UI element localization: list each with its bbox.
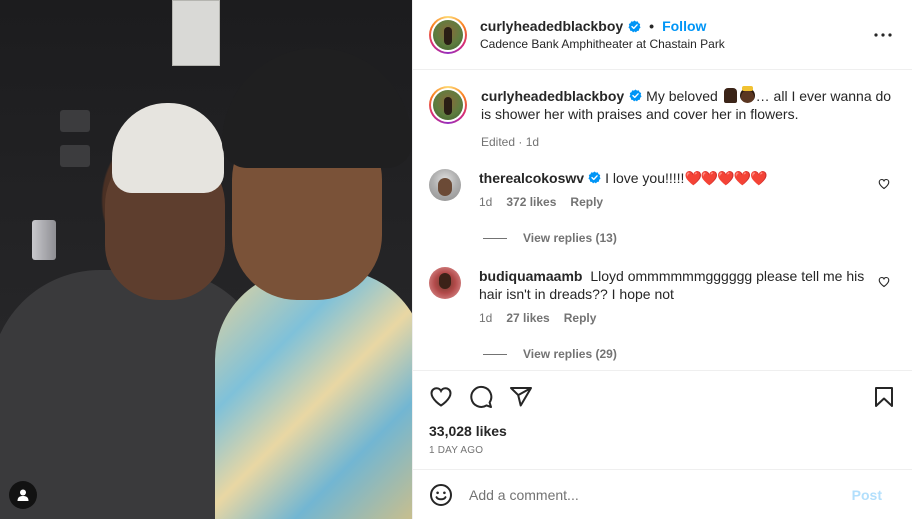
comment-likes[interactable]: 27 likes [506, 311, 549, 325]
post-photo[interactable] [0, 0, 412, 519]
reply-button[interactable]: Reply [570, 195, 603, 209]
person-right-beanie [222, 48, 412, 168]
post-modal: curlyheadedblackboy • Follow Cadence Ban… [0, 0, 912, 519]
verified-badge-icon [588, 171, 601, 184]
hearts-emoji-icon: ❤️❤️❤️❤️❤️ [684, 170, 767, 186]
follow-button[interactable]: Follow [662, 18, 706, 34]
pointing-hand-emoji-icon [723, 88, 737, 103]
heart-icon[interactable] [429, 385, 453, 409]
likes-count[interactable]: 33,028 likes [429, 423, 896, 439]
author-username[interactable]: curlyheadedblackboy [480, 18, 623, 34]
add-comment-bar: Post [413, 469, 912, 519]
post-panel: curlyheadedblackboy • Follow Cadence Ban… [412, 0, 912, 519]
verified-badge-icon [629, 89, 642, 102]
verified-badge-icon [628, 19, 641, 32]
wall-outlet [60, 145, 90, 167]
post-comment-button[interactable]: Post [852, 487, 882, 503]
post-date[interactable]: 1 DAY AGO [429, 445, 896, 456]
comment-heart-icon[interactable] [878, 177, 890, 193]
separator-dot: • [649, 18, 655, 34]
commenter-username[interactable]: therealcokoswv [479, 170, 584, 186]
comments-list[interactable]: curlyheadedblackboy My beloved … all I e… [413, 70, 912, 370]
replies-divider [483, 237, 507, 239]
comment-heart-icon[interactable] [878, 275, 890, 291]
view-replies-button[interactable]: View replies (13) [483, 231, 896, 245]
caption-username[interactable]: curlyheadedblackboy [481, 88, 624, 104]
person-right-shirt [215, 270, 412, 519]
view-replies-label: View replies (13) [523, 231, 617, 245]
bookmark-icon[interactable] [872, 385, 896, 409]
post-actions-area: 33,028 likes 1 DAY AGO [413, 370, 912, 469]
drink-can [32, 220, 56, 260]
wall-outlet [60, 110, 90, 132]
crowned-person-emoji-icon [739, 86, 755, 103]
comment-text: I love you!!!!! [605, 170, 685, 186]
person-left-hair [112, 103, 224, 193]
post-location[interactable]: Cadence Bank Amphitheater at Chastain Pa… [480, 37, 725, 51]
author-avatar[interactable] [429, 15, 467, 54]
view-replies-label: View replies (29) [523, 347, 617, 361]
post-caption: curlyheadedblackboy My beloved … all I e… [429, 86, 896, 149]
comment-age: 1d [479, 311, 493, 325]
caption-text-start: My beloved [646, 88, 718, 104]
comment-item: budiquamaamb Lloyd ommmmmmgggggg please … [429, 267, 896, 325]
commenter-username[interactable]: budiquamaamb [479, 268, 582, 284]
caption-meta: Edited · 1d [481, 135, 540, 149]
post-header: curlyheadedblackboy • Follow Cadence Ban… [413, 0, 912, 70]
comment-item: therealcokoswv I love you!!!!!❤️❤️❤️❤️❤️… [429, 169, 896, 209]
user-tag-icon[interactable] [9, 481, 37, 509]
comment-input[interactable] [469, 486, 852, 503]
reply-button[interactable]: Reply [564, 311, 597, 325]
comment-age: 1d [479, 195, 493, 209]
smiley-icon[interactable] [429, 483, 453, 507]
view-replies-button[interactable]: View replies (29) [483, 347, 896, 361]
replies-divider [483, 353, 507, 355]
commenter-avatar[interactable] [429, 169, 461, 201]
wall-sign [172, 0, 220, 66]
comment-bubble-icon[interactable] [469, 385, 493, 409]
comment-likes[interactable]: 372 likes [506, 195, 556, 209]
more-options-icon[interactable] [874, 24, 892, 40]
paper-plane-icon[interactable] [509, 385, 533, 409]
action-bar [429, 371, 896, 423]
commenter-avatar[interactable] [429, 267, 461, 299]
caption-avatar[interactable] [429, 86, 467, 124]
